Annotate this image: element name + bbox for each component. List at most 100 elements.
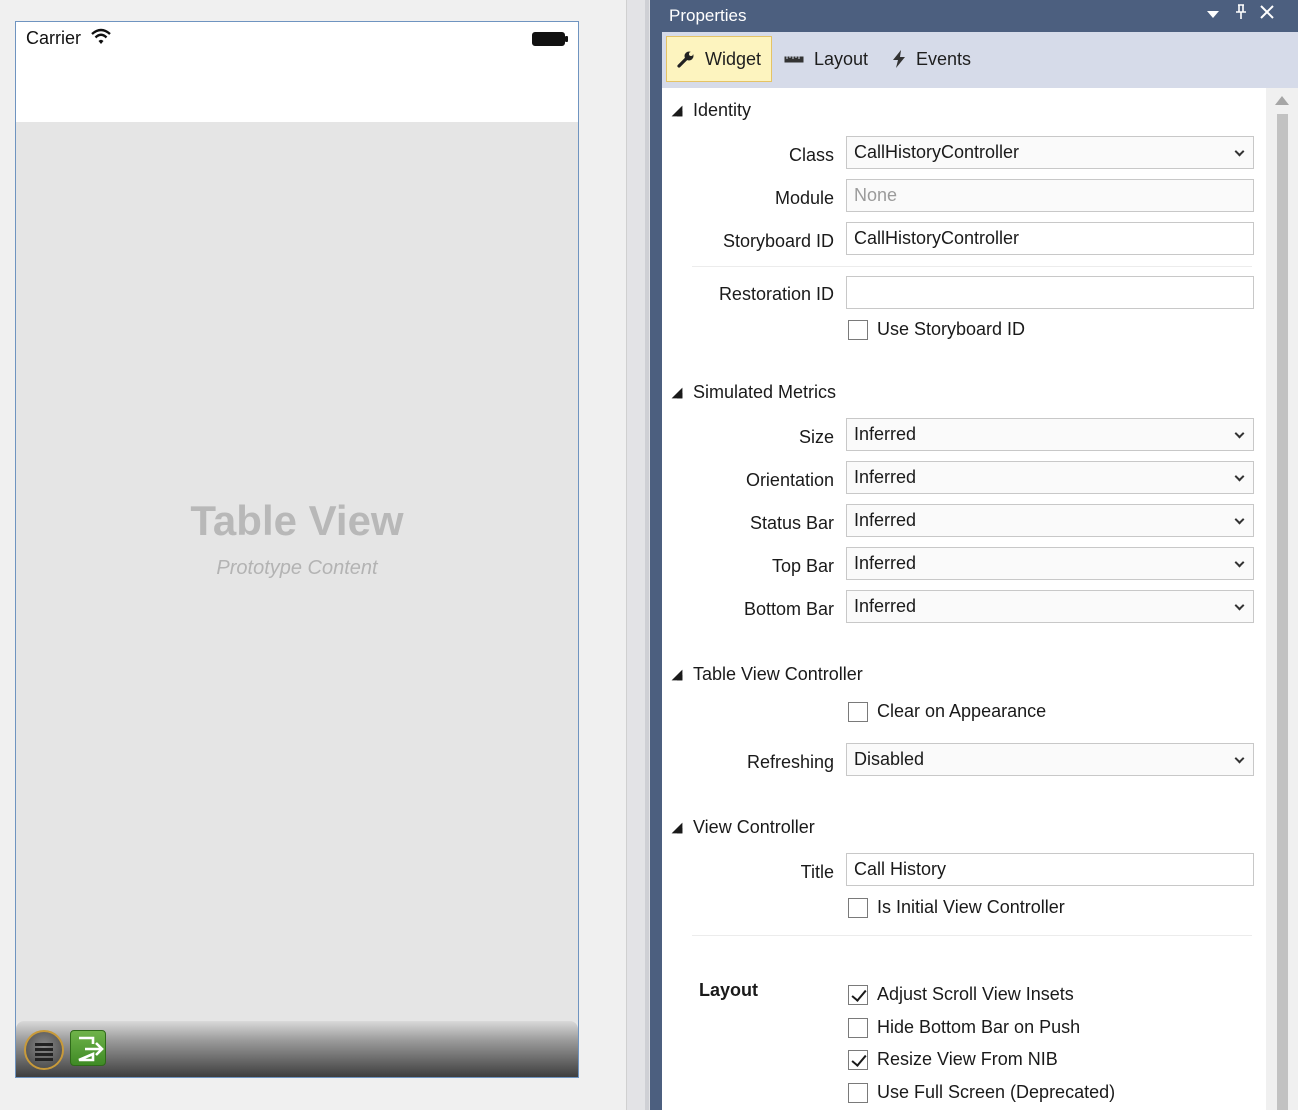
table-view-placeholder-subtitle: Prototype Content bbox=[216, 557, 378, 579]
size-label: Size bbox=[798, 427, 834, 447]
chevron-down-icon bbox=[1234, 514, 1245, 525]
properties-pad: Properties Widget Layout Events Identity… bbox=[650, 0, 1298, 1110]
status-bar-label: Status Bar bbox=[749, 513, 834, 533]
resize-view-from-nib-label: Resize View From NIB bbox=[877, 1049, 1058, 1069]
clear-on-appearance-label: Clear on Appearance bbox=[877, 701, 1047, 721]
collapse-triangle-icon bbox=[671, 387, 683, 398]
simulated-status-bar: Carrier bbox=[16, 22, 578, 122]
battery-icon bbox=[532, 32, 568, 46]
is-initial-view-controller-label: Is Initial View Controller bbox=[877, 897, 1065, 917]
storyboard-id-field[interactable]: CallHistoryController bbox=[846, 222, 1254, 255]
exit-icon[interactable] bbox=[70, 1030, 106, 1066]
bottom-bar-label: Bottom Bar bbox=[743, 599, 834, 619]
chevron-down-icon bbox=[1234, 471, 1245, 482]
orientation-label: Orientation bbox=[745, 470, 834, 490]
size-value: Inferred bbox=[854, 424, 917, 444]
size-select[interactable]: Inferred bbox=[846, 418, 1254, 451]
tab-widget-label: Widget bbox=[705, 48, 762, 69]
module-label: Module bbox=[774, 188, 834, 208]
use-full-screen-checkbox[interactable]: Use Full Screen (Deprecated) bbox=[848, 1082, 1115, 1103]
carrier-label: Carrier bbox=[26, 28, 82, 48]
bottom-bar-select[interactable]: Inferred bbox=[846, 590, 1254, 623]
orientation-value: Inferred bbox=[854, 467, 917, 487]
pad-header: Properties bbox=[650, 0, 1298, 32]
orientation-select[interactable]: Inferred bbox=[846, 461, 1254, 494]
chevron-down-icon bbox=[1234, 146, 1245, 157]
scene-dock bbox=[16, 1021, 578, 1077]
class-combobox[interactable]: CallHistoryController bbox=[846, 136, 1254, 169]
restoration-id-field[interactable] bbox=[846, 276, 1254, 309]
restoration-id-label: Restoration ID bbox=[718, 284, 834, 304]
is-initial-view-controller-checkbox[interactable]: Is Initial View Controller bbox=[848, 897, 1065, 918]
checkbox-box[interactable] bbox=[848, 984, 868, 1005]
tab-layout[interactable]: Layout bbox=[774, 36, 878, 82]
storyboard-canvas[interactable]: Carrier Table View Prototype Content bbox=[0, 0, 626, 1110]
properties-panel: Widget Layout Events Identity Class Call… bbox=[662, 32, 1298, 1110]
lightning-icon bbox=[893, 50, 905, 68]
section-simulated-metrics[interactable]: Simulated Metrics bbox=[671, 382, 836, 403]
tab-events[interactable]: Events bbox=[882, 36, 981, 82]
top-bar-label: Top Bar bbox=[771, 556, 834, 576]
tab-widget[interactable]: Widget bbox=[666, 36, 772, 82]
refreshing-value: Disabled bbox=[854, 749, 925, 769]
close-icon[interactable] bbox=[1256, 4, 1278, 26]
checkbox-box[interactable] bbox=[848, 319, 868, 340]
vertical-scrollbar[interactable] bbox=[1266, 88, 1298, 1110]
wrench-icon bbox=[677, 51, 694, 68]
ruler-icon bbox=[784, 56, 804, 63]
checkbox-box[interactable] bbox=[848, 1017, 868, 1038]
collapse-triangle-icon bbox=[671, 105, 683, 116]
adjust-scroll-view-insets-checkbox[interactable]: Adjust Scroll View Insets bbox=[848, 984, 1074, 1005]
section-view-controller-heading: View Controller bbox=[693, 817, 815, 837]
refreshing-label: Refreshing bbox=[746, 752, 834, 772]
table-view-controller-scene[interactable]: Carrier Table View Prototype Content bbox=[15, 21, 579, 1078]
properties-content: Identity Class CallHistoryController Mod… bbox=[662, 88, 1266, 1110]
hide-bottom-bar-on-push-checkbox[interactable]: Hide Bottom Bar on Push bbox=[848, 1017, 1080, 1038]
refreshing-select[interactable]: Disabled bbox=[846, 743, 1254, 776]
section-identity[interactable]: Identity bbox=[671, 100, 751, 121]
section-view-controller[interactable]: View Controller bbox=[671, 817, 815, 838]
checkbox-box[interactable] bbox=[848, 1049, 868, 1070]
use-storyboard-id-checkbox[interactable]: Use Storyboard ID bbox=[848, 319, 1025, 340]
divider bbox=[692, 266, 1252, 267]
top-bar-value: Inferred bbox=[854, 553, 917, 573]
storyboard-id-label: Storyboard ID bbox=[722, 231, 834, 251]
resize-view-from-nib-checkbox[interactable]: Resize View From NIB bbox=[848, 1049, 1058, 1070]
bottom-bar-value: Inferred bbox=[854, 596, 917, 616]
checkbox-box[interactable] bbox=[848, 1082, 868, 1103]
scrollbar-thumb[interactable] bbox=[1277, 114, 1288, 1110]
title-field[interactable]: Call History bbox=[846, 853, 1254, 886]
table-view-placeholder-title: Table View bbox=[190, 497, 404, 544]
use-full-screen-label: Use Full Screen (Deprecated) bbox=[877, 1082, 1116, 1102]
chevron-down-icon bbox=[1234, 557, 1245, 568]
status-bar-select[interactable]: Inferred bbox=[846, 504, 1254, 537]
wifi-icon bbox=[91, 28, 111, 44]
class-label: Class bbox=[788, 145, 834, 165]
section-table-view-controller-heading: Table View Controller bbox=[693, 664, 863, 684]
title-label: Title bbox=[800, 862, 834, 882]
dropdown-arrow-icon[interactable] bbox=[1202, 4, 1224, 26]
module-field[interactable]: None bbox=[846, 179, 1254, 212]
class-value: CallHistoryController bbox=[854, 142, 1020, 162]
status-bar-value: Inferred bbox=[854, 510, 917, 530]
top-bar-select[interactable]: Inferred bbox=[846, 547, 1254, 580]
pin-icon[interactable] bbox=[1230, 4, 1252, 26]
collapse-triangle-icon bbox=[671, 822, 683, 833]
layout-heading: Layout bbox=[699, 980, 759, 1000]
section-identity-heading: Identity bbox=[693, 100, 752, 120]
pad-title: Properties bbox=[669, 6, 747, 25]
chevron-down-icon bbox=[1234, 753, 1245, 764]
tab-layout-label: Layout bbox=[814, 48, 869, 69]
chevron-down-icon bbox=[1234, 600, 1245, 611]
adjust-scroll-view-insets-label: Adjust Scroll View Insets bbox=[877, 984, 1074, 1004]
checkbox-box[interactable] bbox=[848, 701, 868, 722]
chevron-down-icon bbox=[1234, 428, 1245, 439]
view-controller-icon[interactable] bbox=[24, 1030, 64, 1070]
checkbox-box[interactable] bbox=[848, 897, 868, 918]
clear-on-appearance-checkbox[interactable]: Clear on Appearance bbox=[848, 701, 1046, 722]
scroll-up-arrow-icon[interactable] bbox=[1275, 96, 1289, 105]
hide-bottom-bar-on-push-label: Hide Bottom Bar on Push bbox=[877, 1017, 1081, 1037]
divider bbox=[692, 935, 1252, 936]
collapse-triangle-icon bbox=[671, 669, 683, 680]
section-table-view-controller[interactable]: Table View Controller bbox=[671, 664, 863, 685]
